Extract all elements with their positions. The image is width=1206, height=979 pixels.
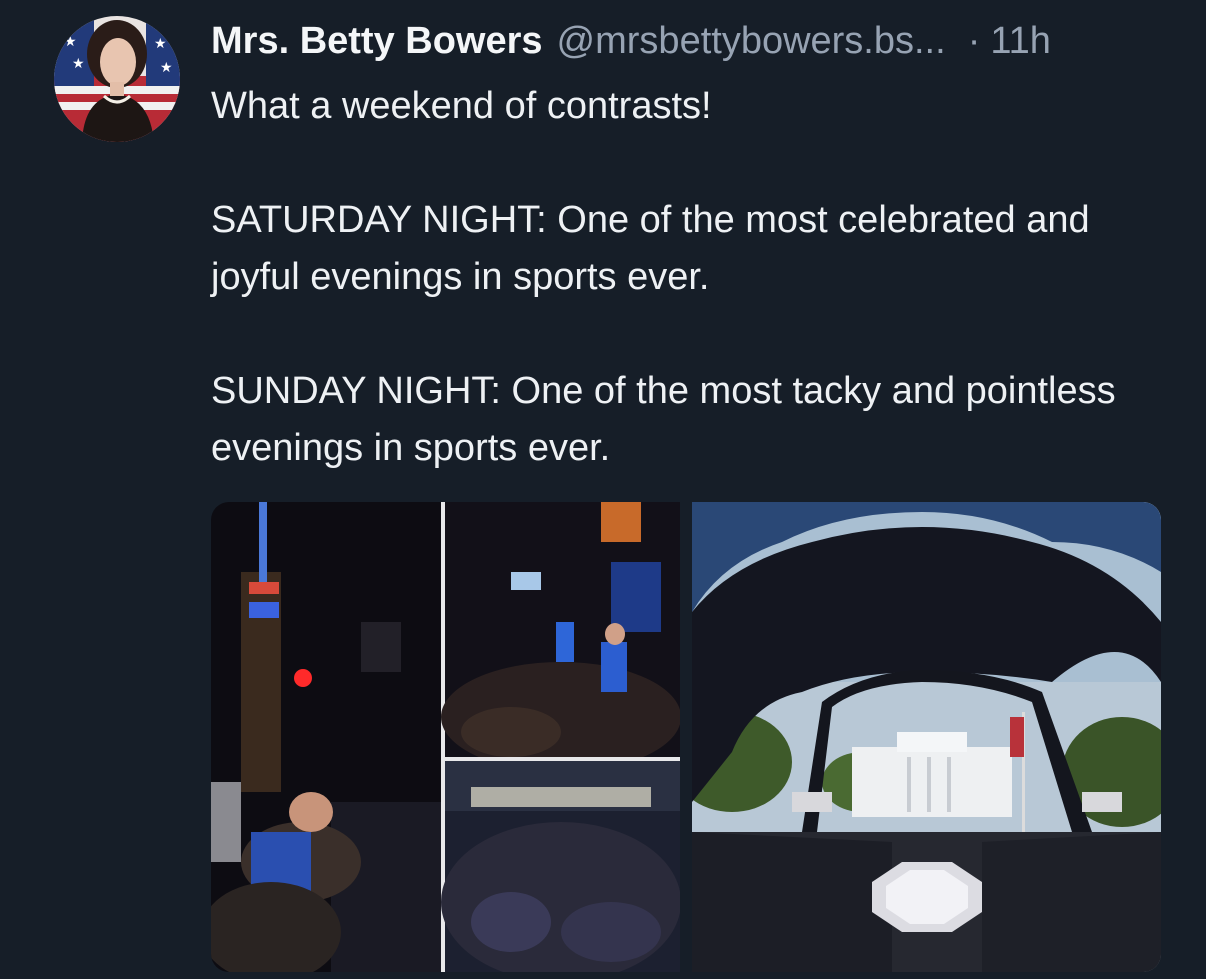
photo-collage-icon bbox=[211, 502, 680, 972]
author-name[interactable]: Mrs. Betty Bowers bbox=[211, 18, 543, 64]
post-header: Mrs. Betty Bowers @mrsbettybowers.bs... … bbox=[211, 18, 1051, 64]
svg-text:★: ★ bbox=[64, 34, 77, 50]
post-paragraph: SATURDAY NIGHT: One of the most celebrat… bbox=[211, 199, 1090, 298]
avatar-image: ★ ★ ★ ★ bbox=[54, 16, 180, 142]
separator-dot: · bbox=[967, 20, 981, 62]
post-timestamp[interactable]: 11h bbox=[990, 18, 1051, 64]
photo-arena-icon bbox=[692, 502, 1161, 972]
media-image-celebration[interactable] bbox=[211, 502, 680, 972]
svg-text:★: ★ bbox=[154, 36, 167, 52]
media-image-white-house-arena[interactable] bbox=[692, 502, 1161, 972]
svg-text:★: ★ bbox=[72, 56, 85, 72]
svg-text:★: ★ bbox=[160, 60, 173, 76]
author-handle[interactable]: @mrsbettybowers.bs... bbox=[557, 18, 946, 64]
post-media-grid bbox=[211, 502, 1161, 972]
author-avatar[interactable]: ★ ★ ★ ★ bbox=[54, 16, 180, 142]
post-paragraph: What a weekend of contrasts! bbox=[211, 85, 712, 127]
post-body: What a weekend of contrasts! SATURDAY NI… bbox=[211, 78, 1171, 477]
post-paragraph: SUNDAY NIGHT: One of the most tacky and … bbox=[211, 370, 1116, 469]
